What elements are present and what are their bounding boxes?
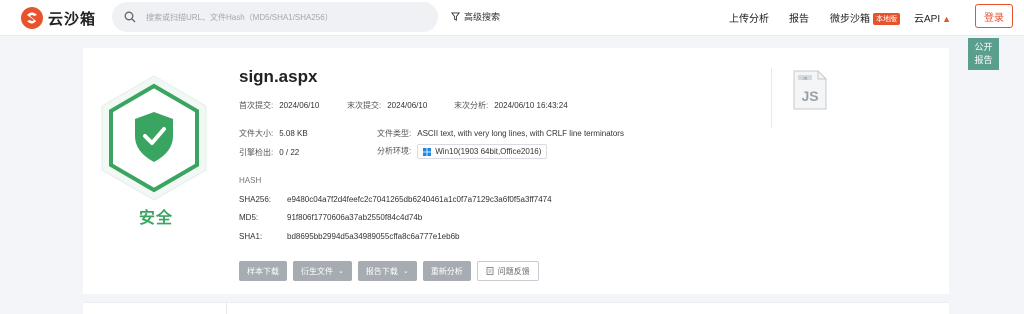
- fire-icon: ▲: [942, 14, 952, 24]
- md5-value[interactable]: 91f806f1770606a37ab2550f84c4d74b: [287, 213, 422, 222]
- sample-download-label: 样本下载: [247, 266, 279, 276]
- document-icon: [486, 267, 494, 275]
- first-submit: 首次提交: 2024/06/10: [239, 100, 319, 111]
- sha256-row: SHA256: e9480c04a7f2d4feefc2c7041265db62…: [239, 195, 552, 204]
- reanalyze-button[interactable]: 重新分析: [422, 261, 471, 281]
- sha1-row: SHA1: bd8695bb2994d5a34989055cffa8c6a777…: [239, 232, 459, 241]
- engine-detection: 引擎检出: 0 / 22: [239, 147, 299, 158]
- filter-icon: [451, 12, 460, 21]
- windows-icon: [423, 147, 432, 156]
- file-type-label: 文件类型:: [377, 129, 412, 138]
- file-size-value: 5.08 KB: [279, 129, 308, 138]
- search-box[interactable]: [112, 2, 438, 32]
- public-report-line1: 公开: [974, 42, 993, 52]
- js-file-icon: JS JS: [793, 70, 827, 110]
- chevron-down-icon: ⌄: [338, 268, 344, 275]
- first-submit-value: 2024/06/10: [279, 101, 320, 110]
- engine-detection-label: 引擎检出:: [239, 148, 274, 157]
- last-submit-value: 2024/06/10: [387, 101, 428, 110]
- top-bar: 云沙箱 高级搜索 上传分析 报告 微步沙箱本地版 云API▲ 登录: [0, 0, 1024, 36]
- sha1-label: SHA1:: [239, 232, 263, 241]
- derived-files-button[interactable]: 衍生文件 ⌄: [293, 261, 352, 281]
- nav-upload[interactable]: 上传分析: [729, 10, 769, 25]
- advanced-search-link[interactable]: 高级搜索: [451, 10, 500, 23]
- report-download-button[interactable]: 报告下载 ⌄: [357, 261, 417, 281]
- login-button[interactable]: 登录: [975, 4, 1013, 28]
- env-tag[interactable]: Win10(1903 64bit,Office2016): [417, 144, 548, 159]
- md5-label: MD5:: [239, 213, 259, 222]
- chevron-down-icon: ⌄: [402, 268, 409, 275]
- local-version-badge: 本地版: [873, 13, 900, 25]
- panel-divider: [226, 303, 227, 314]
- divider: [771, 68, 772, 128]
- last-analysis-label: 末次分析:: [454, 101, 489, 110]
- sha1-value[interactable]: bd8695bb2994d5a34989055cffa8c6a777e1eb6b: [287, 232, 459, 241]
- reanalyze-label: 重新分析: [430, 266, 463, 276]
- hash-section-title: HASH: [239, 176, 262, 185]
- file-type-value: ASCII text, with very long lines, with C…: [417, 129, 624, 138]
- search-icon: [124, 11, 136, 23]
- last-analysis: 末次分析: 2024/06/10 16:43:24: [454, 100, 568, 111]
- report-download-label: 报告下载: [365, 266, 398, 276]
- search-input[interactable]: [146, 12, 436, 22]
- last-submit-label: 末次提交:: [347, 101, 382, 110]
- logo-icon: [21, 7, 43, 29]
- verdict-label: 安全: [138, 210, 173, 227]
- last-analysis-value: 2024/06/10 16:43:24: [494, 101, 568, 110]
- nav-cloud-api[interactable]: 云API ▲: [914, 10, 951, 25]
- js-file-label: JS: [801, 88, 818, 104]
- feedback-label: 问题反馈: [497, 266, 530, 276]
- logo[interactable]: 云沙箱: [20, 6, 96, 30]
- public-report-button[interactable]: 公开 报告: [968, 38, 999, 70]
- nav-micro-sandbox-label: 微步沙箱: [830, 14, 870, 25]
- feedback-button[interactable]: 问题反馈: [476, 261, 539, 281]
- engine-detection-value: 0 / 22: [279, 148, 300, 157]
- file-name: sign.aspx: [239, 67, 318, 86]
- file-type: 文件类型: ASCII text, with very long lines, w…: [377, 128, 624, 139]
- analysis-env: 分析环境: Win10(1903 64bit,Office2016): [377, 144, 548, 159]
- first-submit-label: 首次提交:: [239, 101, 274, 110]
- last-submit: 末次提交: 2024/06/10: [347, 100, 427, 111]
- safe-shield-icon: [101, 75, 207, 201]
- env-tag-label: Win10(1903 64bit,Office2016): [435, 147, 542, 156]
- sample-download-button[interactable]: 样本下载: [239, 261, 287, 281]
- js-file-tag: JS: [803, 75, 808, 80]
- sha256-label: SHA256:: [239, 195, 272, 204]
- md5-row: MD5: 91f806f1770606a37ab2550f84c4d74b: [239, 213, 422, 222]
- file-size: 文件大小: 5.08 KB: [239, 128, 308, 139]
- lower-panel: [83, 302, 949, 314]
- file-size-label: 文件大小:: [239, 129, 274, 138]
- nav-cloud-api-label: 云API: [914, 14, 941, 25]
- sha256-value[interactable]: e9480c04a7f2d4feefc2c7041265db6240461a1c…: [287, 195, 552, 204]
- logo-text: 云沙箱: [48, 10, 97, 28]
- nav-micro-sandbox[interactable]: 微步沙箱 本地版: [830, 10, 900, 25]
- advanced-search-label: 高级搜索: [464, 12, 501, 22]
- action-bar: 样本下载 衍生文件 ⌄ 报告下载 ⌄ 重新分析 问题反馈: [239, 261, 545, 281]
- public-report-line2: 报告: [974, 55, 993, 65]
- derived-files-label: 衍生文件: [301, 266, 333, 276]
- nav-report[interactable]: 报告: [789, 10, 809, 25]
- analysis-env-label: 分析环境:: [377, 146, 412, 156]
